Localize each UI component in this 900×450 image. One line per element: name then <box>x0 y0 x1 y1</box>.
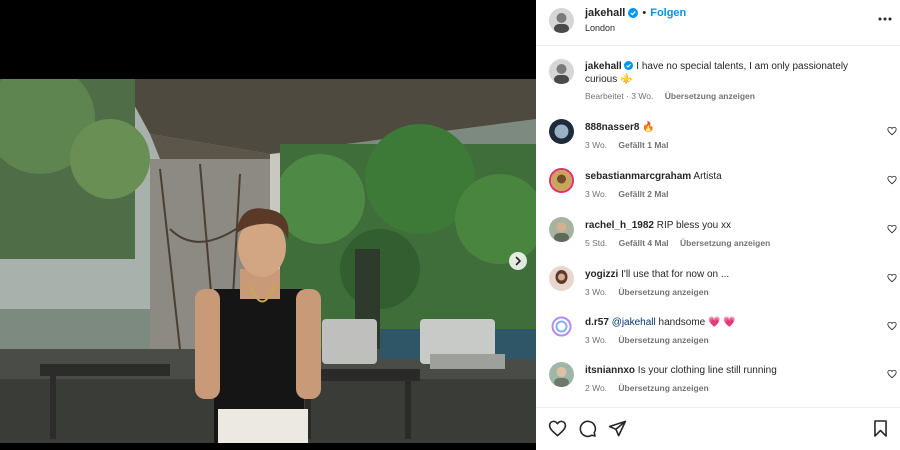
more-options-button[interactable] <box>878 12 892 26</box>
post-location[interactable]: London <box>585 23 615 33</box>
comment-username[interactable]: d.r57 <box>585 317 609 328</box>
author-username[interactable]: jakehall <box>585 7 625 19</box>
comment-text-block: sebastianmarcgraham Artista <box>585 170 870 183</box>
comments-list: jakehall I have no special talents, I am… <box>536 47 900 407</box>
comment-username[interactable]: itsniannxo <box>585 365 635 376</box>
chevron-right-icon <box>515 256 521 266</box>
comment-time: 5 Std. <box>585 238 608 248</box>
comment-meta: 2 Wo. Übersetzung anzeigen <box>585 383 718 393</box>
comment-time: 3 Wo. <box>585 140 608 150</box>
comment-text: Artista <box>693 171 722 182</box>
comment-like-heart-icon[interactable] <box>887 175 897 185</box>
comment-text: Is your clothing line still running <box>637 365 777 376</box>
post-actions-bar <box>536 407 900 450</box>
comment-username[interactable]: rachel_h_1982 <box>585 220 654 231</box>
separator-dot: • <box>642 7 647 19</box>
bookmark-icon[interactable] <box>871 419 890 438</box>
post-side-panel: jakehall • Folgen London jakehall I have… <box>536 0 900 450</box>
author-avatar[interactable] <box>549 59 574 84</box>
author-avatar[interactable] <box>549 8 574 33</box>
comment-likes[interactable]: Gefällt 4 Mal <box>619 238 669 248</box>
comment-time: 2 Wo. <box>585 383 608 393</box>
caption-text-block: jakehall I have no special talents, I am… <box>585 60 870 86</box>
comment-meta: 5 Std. Gefällt 4 Mal Übersetzung anzeige… <box>585 238 779 248</box>
commenter-avatar[interactable] <box>549 168 574 193</box>
heart-icon[interactable] <box>548 419 567 438</box>
post-header: jakehall • Folgen London <box>536 0 900 46</box>
more-options-icon <box>878 17 892 21</box>
comment-like-heart-icon[interactable] <box>887 369 897 379</box>
next-image-button[interactable] <box>509 252 527 270</box>
caption-meta: Bearbeitet · 3 Wo. Übersetzung anzeigen <box>585 91 764 101</box>
follow-button[interactable]: Folgen <box>650 7 686 19</box>
comment-username[interactable]: 888nasser8 <box>585 122 640 133</box>
comment-text: 🔥 <box>642 122 655 133</box>
comment-text: RIP bless you xx <box>656 220 732 231</box>
comment-time: 3 Wo. <box>585 287 608 297</box>
comment-text-block: rachel_h_1982 RIP bless you xx <box>585 219 870 232</box>
comment-mention-link[interactable]: @jakehall <box>612 317 656 328</box>
comment-meta: 3 Wo. Gefällt 2 Mal <box>585 189 678 199</box>
comment-like-heart-icon[interactable] <box>887 224 897 234</box>
comment-translate-link[interactable]: Übersetzung anzeigen <box>680 238 770 248</box>
share-icon[interactable] <box>608 419 627 438</box>
verified-badge-icon <box>628 8 639 18</box>
comment-text-block: yogizzi I'll use that for now on ... <box>585 268 870 281</box>
comment-likes[interactable]: Gefällt 1 Mal <box>618 140 668 150</box>
comment-time: 3 Wo. <box>585 335 608 345</box>
comment-text-block: 888nasser8 🔥 <box>585 121 870 134</box>
comment-icon[interactable] <box>578 419 597 438</box>
comment-translate-link[interactable]: Übersetzung anzeigen <box>618 335 708 345</box>
comment-meta: 3 Wo. Übersetzung anzeigen <box>585 287 718 297</box>
comment-translate-link[interactable]: Übersetzung anzeigen <box>618 383 708 393</box>
comment-username[interactable]: sebastianmarcgraham <box>585 171 691 182</box>
commenter-avatar[interactable] <box>549 119 574 144</box>
caption-time: Bearbeitet · 3 Wo. <box>585 91 654 101</box>
commenter-avatar[interactable] <box>549 266 574 291</box>
verified-badge-icon <box>624 61 634 70</box>
comment-text: I'll use that for now on ... <box>621 269 730 280</box>
commenter-avatar[interactable] <box>549 314 574 339</box>
media-panel <box>0 0 536 450</box>
comment-text: handsome 💗 💗 <box>655 317 736 328</box>
comment-meta: 3 Wo. Gefällt 1 Mal <box>585 140 678 150</box>
caption-username[interactable]: jakehall <box>585 61 622 72</box>
comment-like-heart-icon[interactable] <box>887 126 897 136</box>
commenter-avatar[interactable] <box>549 217 574 242</box>
commenter-avatar[interactable] <box>549 362 574 387</box>
post-photo[interactable] <box>0 79 536 443</box>
instagram-post-view: jakehall • Folgen London jakehall I have… <box>0 0 900 450</box>
comment-text-block: itsniannxo Is your clothing line still r… <box>585 364 870 377</box>
comment-like-heart-icon[interactable] <box>887 273 897 283</box>
comment-likes[interactable]: Gefällt 2 Mal <box>618 189 668 199</box>
comment-username[interactable]: yogizzi <box>585 269 618 280</box>
comment-like-heart-icon[interactable] <box>887 321 897 331</box>
comment-time: 3 Wo. <box>585 189 608 199</box>
comment-text-block: d.r57 @jakehall handsome 💗 💗 <box>585 316 870 329</box>
caption-translate-link[interactable]: Übersetzung anzeigen <box>665 91 755 101</box>
header-user-line: jakehall • Folgen <box>585 7 686 19</box>
comment-translate-link[interactable]: Übersetzung anzeigen <box>618 287 708 297</box>
comment-meta: 3 Wo. Übersetzung anzeigen <box>585 335 718 345</box>
